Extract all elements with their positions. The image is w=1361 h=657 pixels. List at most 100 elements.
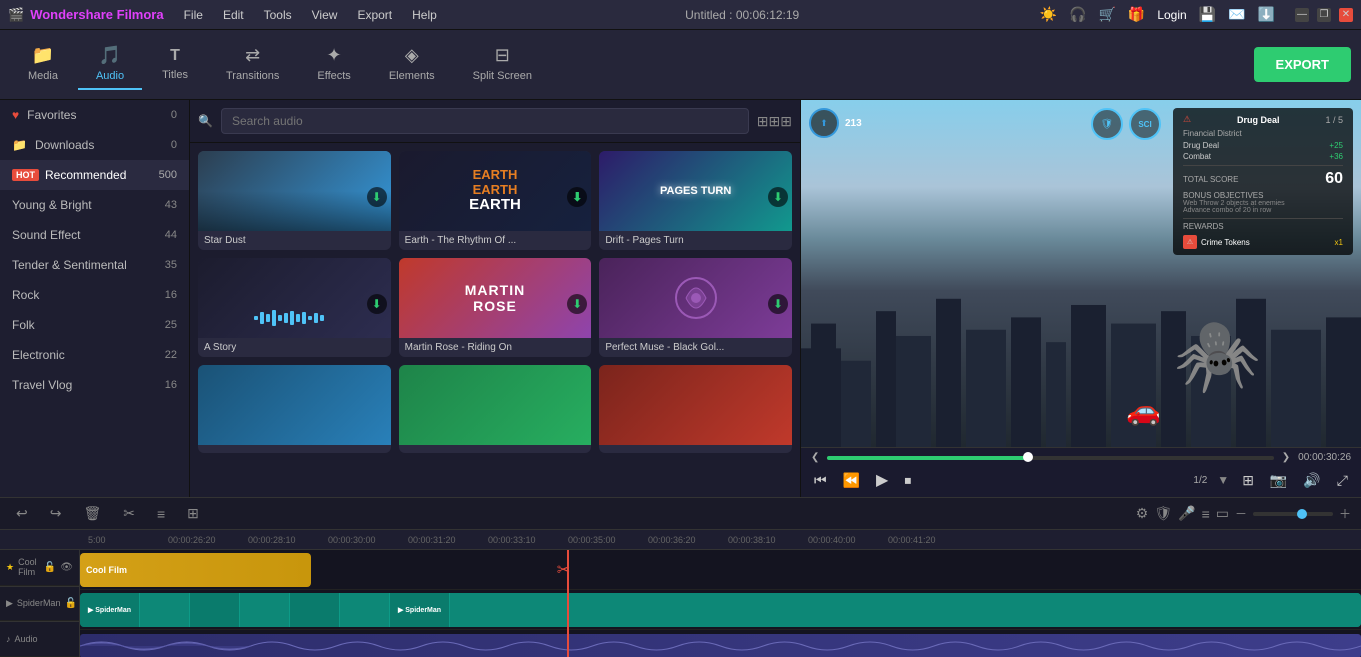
login-button[interactable]: Login [1157,8,1186,22]
settings-icon[interactable]: ⚙ [1136,505,1149,522]
menu-export[interactable]: Export [349,6,400,24]
split-button[interactable]: ≡ [151,504,171,524]
snapshot-button[interactable]: 📷 [1267,469,1290,492]
sidebar-item-sound-effect[interactable]: Sound Effect 44 [0,220,189,250]
toolbar-transitions[interactable]: ⇄ Transitions [208,39,297,90]
menu-view[interactable]: View [304,6,346,24]
cut-button[interactable]: ✂ [117,503,141,524]
audio-card-r1[interactable] [198,365,391,453]
preview-timeline-handle[interactable] [1023,452,1033,462]
audio-card-perfect[interactable]: ⬇ Perfect Muse - Black Gol... [599,258,792,357]
zoom-slider[interactable] [1253,512,1333,516]
gift-icon[interactable]: 🎁 [1128,6,1145,23]
crop-button[interactable]: ⊞ [181,503,205,524]
export-button[interactable]: EXPORT [1254,47,1351,82]
zoom-in-icon[interactable]: ＋ [1339,505,1351,522]
menu-tools[interactable]: Tools [256,6,300,24]
clip-thumb-6 [340,593,390,627]
search-input[interactable] [221,108,749,134]
toolbar-media[interactable]: 📁 Media [10,39,76,90]
sidebar-item-rock[interactable]: Rock 16 [0,280,189,310]
skip-back-button[interactable]: ⏮ [811,469,830,492]
audio-card-drift[interactable]: PAGES TURN ⬇ Drift - Pages Turn [599,151,792,250]
minimize-button[interactable]: — [1295,8,1309,22]
fullscreen-button[interactable]: ⊞ [1239,469,1257,492]
download-drift-button[interactable]: ⬇ [768,187,788,207]
clip-cool-film[interactable]: Cool Film [80,553,311,587]
ruler-mark-7: 00:00:36:20 [640,535,720,545]
menu-edit[interactable]: Edit [215,6,252,24]
audio-card-martinrose-title: Martin Rose - Riding On [399,338,592,357]
subtitle-icon[interactable]: ▭ [1216,505,1229,522]
zoom-handle[interactable] [1297,509,1307,519]
sidebar-item-electronic[interactable]: Electronic 22 [0,340,189,370]
menu-file[interactable]: File [176,6,211,24]
redo-button[interactable]: ↪ [44,503,68,524]
sidebar-item-downloads[interactable]: 📁 Downloads 0 [0,130,189,160]
mail-icon[interactable]: ✉️ [1228,6,1245,23]
sidebar-item-young-bright[interactable]: Young & Bright 43 [0,190,189,220]
list-icon[interactable]: ≡ [1202,506,1210,522]
dropdown-arrow-icon[interactable]: ▼ [1217,473,1229,487]
save-icon[interactable]: 💾 [1199,6,1216,23]
audio-card-martinrose[interactable]: MARTIN ROSE ⬇ Martin Rose - Riding On [399,258,592,357]
sidebar-travel-vlog-label: Travel Vlog [12,378,72,392]
play-pause-button[interactable]: ▶ [873,467,891,493]
mic-icon[interactable]: 🎤 [1178,505,1195,522]
clip-audio-track[interactable] [80,634,1361,657]
heart-icon: ♥ [12,108,19,122]
audio-card-r3[interactable] [599,365,792,453]
toolbar-audio[interactable]: 🎵 Audio [78,39,142,90]
volume-button[interactable]: 🔊 [1300,469,1323,492]
sidebar-item-folk[interactable]: Folk 25 [0,310,189,340]
zoom-out-icon[interactable]: － [1235,505,1247,522]
audio-card-earth[interactable]: EARTH EARTH EARTH ⬇ Earth - The Rhythm O… [399,151,592,250]
close-button[interactable]: ✕ [1339,8,1353,22]
clip-thumb-5 [290,593,340,627]
playhead[interactable]: ✂ [567,550,569,657]
lock-1-icon[interactable]: 🔓 [44,562,56,573]
undo-button[interactable]: ↩ [10,503,34,524]
step-back-button[interactable]: ⏪ [840,469,863,492]
headphones-icon[interactable]: 🎧 [1069,6,1086,23]
audio-track-icon: ♪ [6,634,11,644]
stop-button[interactable]: ⏹ [901,469,914,492]
sidebar-electronic-count: 22 [165,349,177,361]
bracket-right[interactable]: ❯ [1282,452,1290,463]
preview-timeline-slider[interactable] [827,456,1273,460]
sun-icon[interactable]: ☀️ [1040,6,1057,23]
sidebar-item-recommended[interactable]: HOT Recommended 500 [0,160,189,190]
toolbar-titles[interactable]: T Titles [144,41,206,89]
bracket-left[interactable]: ❮ [811,452,819,463]
grid-view-icon[interactable]: ⊞⊞⊞ [757,113,792,130]
sidebar-favorites-count: 0 [171,109,177,121]
shield-tl-icon[interactable]: 🛡 [1154,505,1172,522]
audio-card-stardust[interactable]: ⬇ Star Dust [198,151,391,250]
sidebar-item-tender[interactable]: Tender & Sentimental 35 [0,250,189,280]
audio-card-r2[interactable] [399,365,592,453]
preview-timeline-progress [827,456,1028,460]
download-stardust-button[interactable]: ⬇ [367,187,387,207]
download-icon[interactable]: ⬇️ [1258,6,1275,23]
menu-help[interactable]: Help [404,6,445,24]
cart-icon[interactable]: 🛒 [1098,6,1115,23]
delete-button[interactable]: 🗑 [77,503,107,524]
ruler-mark-8: 00:00:38:10 [720,535,800,545]
sidebar-item-favorites[interactable]: ♥ Favorites 0 [0,100,189,130]
maximize-button[interactable]: ❐ [1317,8,1331,22]
settings-button[interactable]: ⤢ [1334,469,1351,492]
menu-bar: 🎬 Wondershare Filmora File Edit Tools Vi… [0,0,1361,30]
toolbar-split-screen[interactable]: ⊟ Split Screen [455,39,550,90]
audio-card-story[interactable]: ⬇ A Story [198,258,391,357]
lock-2-icon[interactable]: 🔓 [64,598,76,609]
ruler-mark-1: 00:00:26:20 [160,535,240,545]
download-perfect-button[interactable]: ⬇ [768,294,788,314]
clip-spiderman-game[interactable]: ▶ SpiderMan ▶ SpiderMan [80,593,1361,627]
sidebar-item-travel-vlog[interactable]: Travel Vlog 16 [0,370,189,400]
eye-1-icon[interactable]: 👁 [60,562,73,573]
mission-row-2: Combat +36 [1183,152,1343,161]
download-story-button[interactable]: ⬇ [367,294,387,314]
app-name: Wondershare Filmora [30,7,163,22]
toolbar-effects[interactable]: ✦ Effects [299,39,368,90]
toolbar-elements[interactable]: ◈ Elements [371,39,453,90]
